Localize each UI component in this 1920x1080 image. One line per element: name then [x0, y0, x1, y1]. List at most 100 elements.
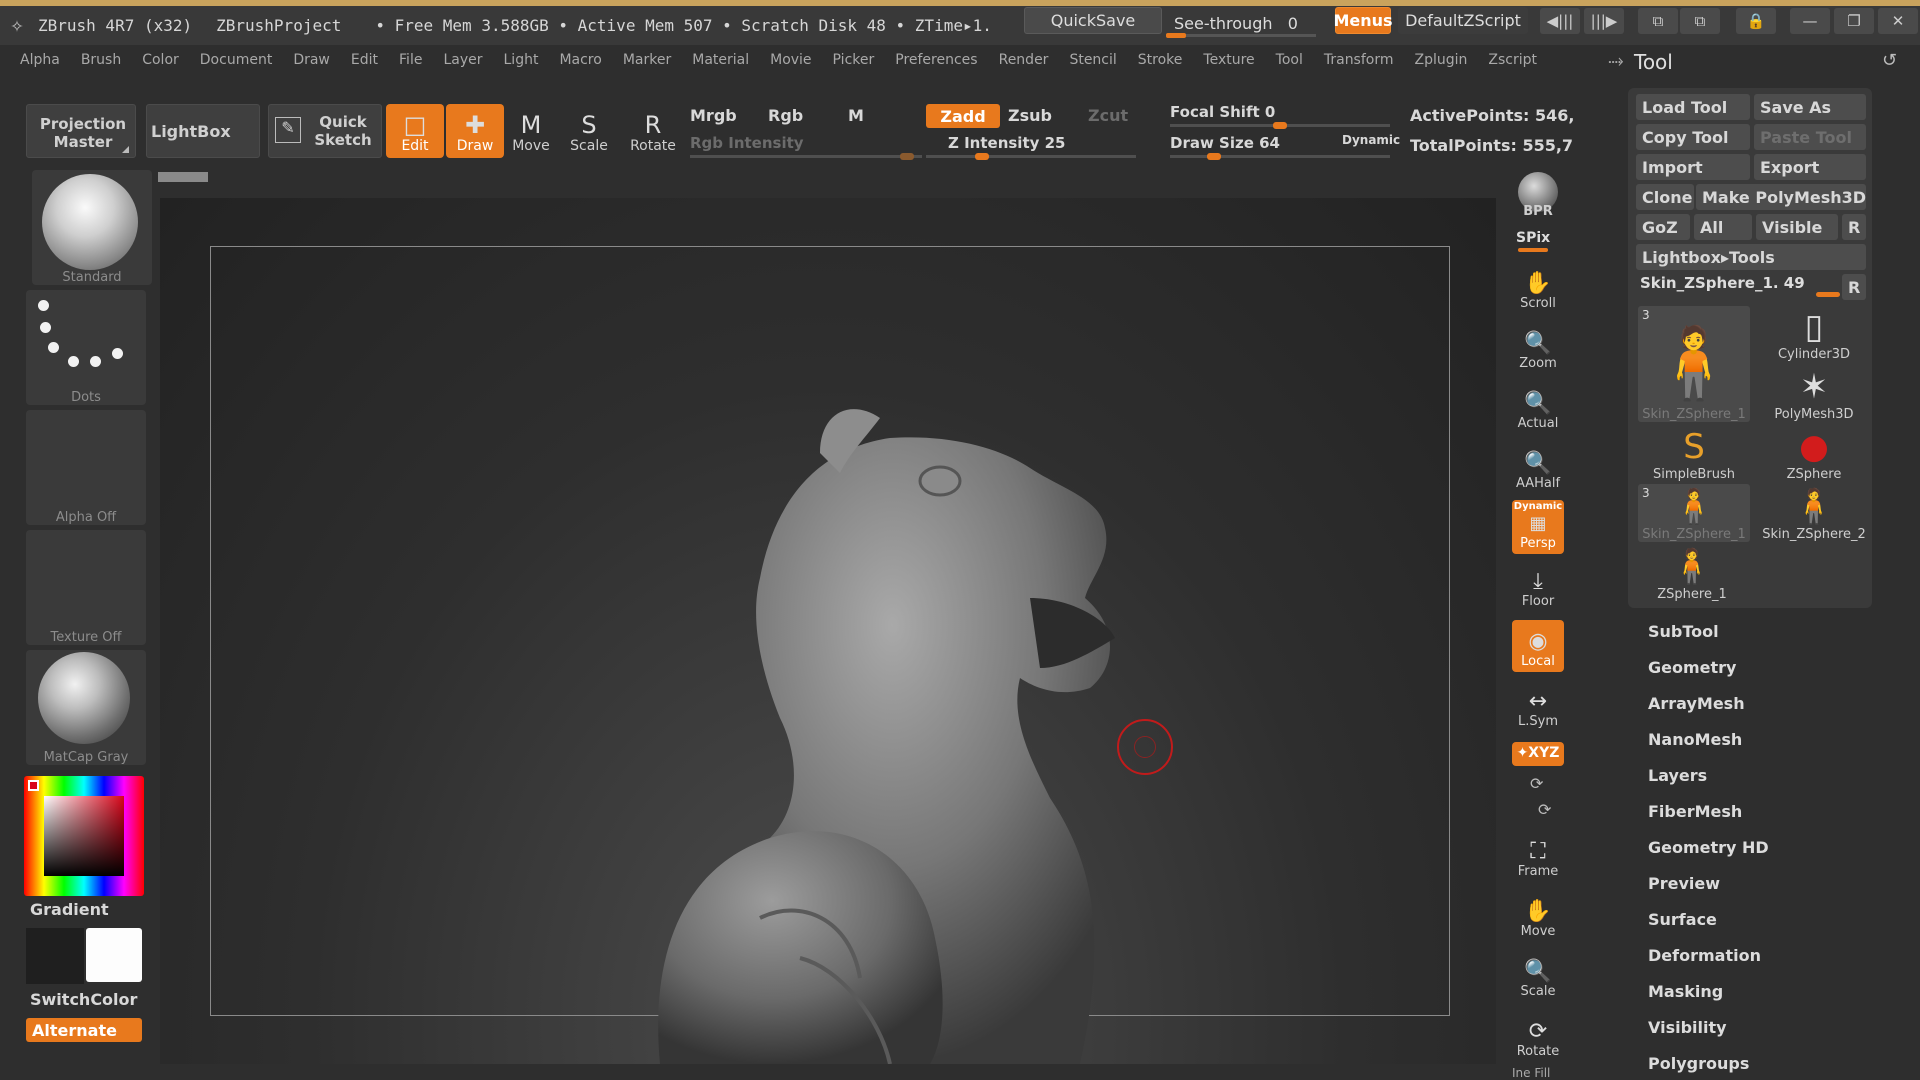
- subpalette-masking[interactable]: Masking: [1648, 982, 1723, 1001]
- subpalette-geometry[interactable]: Geometry: [1648, 658, 1736, 677]
- zsub-button[interactable]: Zsub: [1008, 106, 1052, 125]
- default-zscript-button[interactable]: DefaultZScript: [1398, 7, 1528, 34]
- secondary-color-swatch[interactable]: [26, 928, 84, 984]
- edit-mode-button[interactable]: □ Edit: [386, 104, 444, 158]
- switch-color-button[interactable]: SwitchColor: [30, 990, 137, 1009]
- menu-transform[interactable]: Transform: [1324, 52, 1394, 68]
- projection-master-button[interactable]: Projection Master: [26, 104, 136, 158]
- color-picker[interactable]: [24, 776, 144, 896]
- menu-render[interactable]: Render: [999, 52, 1049, 68]
- rgb-intensity-slider[interactable]: [690, 153, 922, 160]
- spix-slider[interactable]: [1518, 248, 1548, 252]
- focal-shift-slider[interactable]: [1170, 122, 1390, 129]
- load-tool-button[interactable]: Load Tool: [1636, 94, 1750, 120]
- see-through-slider[interactable]: [1166, 33, 1316, 38]
- alpha-selector[interactable]: Alpha Off: [26, 410, 146, 525]
- menu-stroke[interactable]: Stroke: [1138, 52, 1183, 68]
- current-tool-slider-label[interactable]: Skin_ZSphere_1. 49: [1640, 274, 1805, 292]
- custom-ui-icon[interactable]: ⧉: [1680, 8, 1720, 34]
- rgb-intensity-knob[interactable]: [900, 153, 914, 160]
- subpalette-nanomesh[interactable]: NanoMesh: [1648, 730, 1742, 749]
- quicksave-button[interactable]: QuickSave: [1024, 7, 1162, 34]
- subpalette-deformation[interactable]: Deformation: [1648, 946, 1761, 965]
- lock-icon[interactable]: 🔒: [1736, 8, 1776, 34]
- zoom-button[interactable]: 🔍 Zoom: [1512, 322, 1564, 374]
- subpalette-visibility[interactable]: Visibility: [1648, 1018, 1727, 1037]
- zcut-button[interactable]: Zcut: [1088, 106, 1128, 125]
- stroke-selector[interactable]: Dots: [26, 290, 146, 405]
- menu-brush[interactable]: Brush: [81, 52, 121, 68]
- see-through-control[interactable]: See-through 0: [1174, 14, 1298, 33]
- tool-r-button[interactable]: R: [1842, 274, 1866, 300]
- subpalette-geometry-hd[interactable]: Geometry HD: [1648, 838, 1769, 857]
- tool-thumb-skin-zsphere-small[interactable]: 3 🧍 Skin_ZSphere_1: [1638, 484, 1750, 542]
- goz-r-button[interactable]: R: [1842, 214, 1866, 240]
- menu-layer[interactable]: Layer: [443, 52, 482, 68]
- z-intensity-slider[interactable]: [926, 153, 1136, 160]
- menu-color[interactable]: Color: [142, 52, 179, 68]
- default-ui-icon[interactable]: ⧉: [1638, 8, 1678, 34]
- draw-mode-button[interactable]: ✚ Draw: [446, 104, 504, 158]
- lsym-button[interactable]: ↔ L.Sym: [1512, 680, 1564, 732]
- focal-shift-knob[interactable]: [1273, 122, 1287, 129]
- frame-button[interactable]: ⛶ Frame: [1512, 830, 1564, 882]
- copy-tool-button[interactable]: Copy Tool: [1636, 124, 1750, 150]
- dynamic-button[interactable]: Dynamic: [1342, 133, 1400, 147]
- scale-mode-button[interactable]: S Scale: [560, 104, 618, 158]
- rgb-button[interactable]: Rgb: [768, 106, 803, 125]
- gradient-label[interactable]: Gradient: [30, 900, 109, 919]
- menu-file[interactable]: File: [399, 52, 422, 68]
- menu-picker[interactable]: Picker: [833, 52, 875, 68]
- menu-texture[interactable]: Texture: [1203, 52, 1254, 68]
- tool-thumb-polymesh3d[interactable]: ✶ PolyMesh3D: [1758, 364, 1870, 422]
- menu-marker[interactable]: Marker: [623, 52, 671, 68]
- paste-tool-button[interactable]: Paste Tool: [1754, 124, 1866, 150]
- goz-visible-button[interactable]: Visible: [1756, 214, 1838, 240]
- tool-thumb-zsphere-1[interactable]: 🧍 ZSphere_1: [1636, 544, 1748, 602]
- actual-button[interactable]: 🔍 Actual: [1512, 382, 1564, 434]
- subpalette-preview[interactable]: Preview: [1648, 874, 1720, 893]
- zadd-button[interactable]: Zadd: [926, 104, 1000, 128]
- floor-button[interactable]: ⤓ Floor: [1512, 560, 1564, 612]
- export-button[interactable]: Export: [1754, 154, 1866, 180]
- rotate-view-button[interactable]: ⟳ Rotate: [1512, 1010, 1564, 1062]
- menu-draw[interactable]: Draw: [293, 52, 330, 68]
- quick-sketch-button[interactable]: ✎ Quick Sketch: [268, 104, 382, 158]
- rotate-mode-button[interactable]: R Rotate: [624, 104, 682, 158]
- menu-macro[interactable]: Macro: [559, 52, 601, 68]
- import-button[interactable]: Import: [1636, 154, 1750, 180]
- subpalette-surface[interactable]: Surface: [1648, 910, 1717, 929]
- bpr-button[interactable]: BPR: [1512, 170, 1564, 222]
- move-mode-button[interactable]: M Move: [502, 104, 560, 158]
- menu-zplugin[interactable]: Zplugin: [1415, 52, 1468, 68]
- persp-button[interactable]: Dynamic ▦ Persp: [1512, 500, 1564, 554]
- alternate-button[interactable]: Alternate: [26, 1018, 142, 1042]
- minimize-icon[interactable]: —: [1790, 8, 1830, 34]
- reset-icon[interactable]: ↺: [1882, 50, 1897, 71]
- aahalf-button[interactable]: 🔍 AAHalf: [1512, 442, 1564, 494]
- menu-stencil[interactable]: Stencil: [1069, 52, 1116, 68]
- scroll-button[interactable]: ✋ Scroll: [1512, 262, 1564, 314]
- draw-size-slider[interactable]: [1170, 153, 1390, 160]
- goz-button[interactable]: GoZ: [1636, 214, 1690, 240]
- goz-all-button[interactable]: All: [1694, 214, 1752, 240]
- save-as-button[interactable]: Save As: [1754, 94, 1866, 120]
- menu-preferences[interactable]: Preferences: [895, 52, 977, 68]
- z-intensity-knob[interactable]: [975, 153, 989, 160]
- scale-view-button[interactable]: 🔍 Scale: [1512, 950, 1564, 1002]
- xyz-button[interactable]: ✦XYZ: [1512, 742, 1564, 766]
- color-saturation-square[interactable]: [44, 796, 124, 876]
- expand-tray-icon[interactable]: |||▶: [1584, 8, 1624, 34]
- tool-thumb-skin-zsphere-2[interactable]: 🧍 Skin_ZSphere_2: [1758, 484, 1870, 542]
- menu-edit[interactable]: Edit: [351, 52, 378, 68]
- main-color-swatch[interactable]: [86, 928, 142, 982]
- menu-document[interactable]: Document: [200, 52, 273, 68]
- current-tool-slider-knob[interactable]: [1816, 292, 1840, 297]
- line-fill-label[interactable]: Ine Fill: [1512, 1066, 1550, 1080]
- lightbox-tools-button[interactable]: Lightbox▸Tools: [1636, 244, 1866, 270]
- subpalette-arraymesh[interactable]: ArrayMesh: [1648, 694, 1745, 713]
- panel-pin-icon[interactable]: ⤑: [1608, 48, 1624, 72]
- menu-tool[interactable]: Tool: [1276, 52, 1303, 68]
- make-polymesh-button[interactable]: Make PolyMesh3D: [1696, 184, 1866, 210]
- see-through-slider-knob[interactable]: [1166, 33, 1186, 38]
